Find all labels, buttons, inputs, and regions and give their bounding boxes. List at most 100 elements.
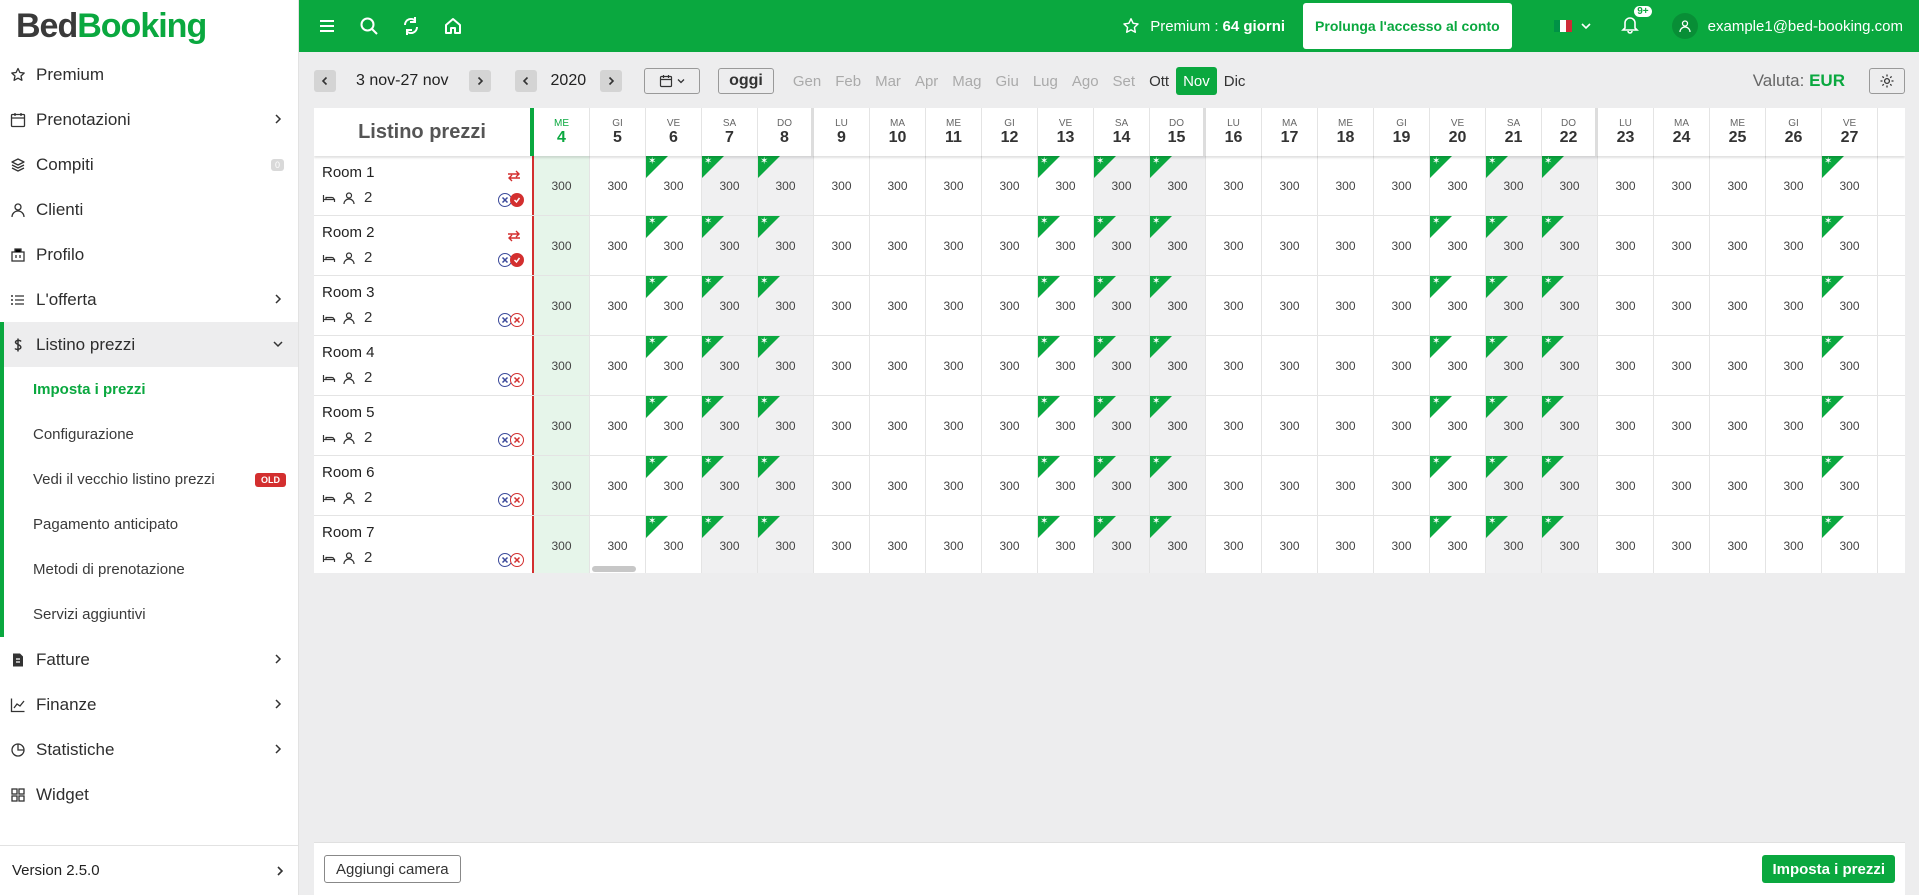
price-cell[interactable]: 300 bbox=[982, 336, 1038, 395]
month-lug[interactable]: Lug bbox=[1026, 67, 1065, 95]
price-cell[interactable]: ✶ 300 bbox=[1486, 216, 1542, 275]
price-cell[interactable]: 300 bbox=[1598, 276, 1654, 335]
price-cell[interactable]: ✶ 300 bbox=[1486, 516, 1542, 573]
close-circle-icon[interactable] bbox=[510, 313, 524, 327]
price-cell[interactable]: ✶ 300 bbox=[1542, 516, 1598, 573]
price-cell[interactable]: 300 bbox=[1654, 216, 1710, 275]
price-cell[interactable]: 300 bbox=[814, 216, 870, 275]
price-cell[interactable]: 300 bbox=[1374, 456, 1430, 515]
price-cell[interactable]: 300 bbox=[1318, 216, 1374, 275]
notifications-button[interactable]: 9+ bbox=[1620, 5, 1652, 39]
price-cell[interactable]: ✶ 300 bbox=[702, 456, 758, 515]
horizontal-scrollbar[interactable] bbox=[592, 566, 636, 572]
price-cell[interactable]: ✶ 300 bbox=[1150, 276, 1206, 335]
price-cell[interactable]: ✶ 300 bbox=[1150, 336, 1206, 395]
price-cell[interactable]: ✶ 300 bbox=[1430, 456, 1486, 515]
month-dic[interactable]: Dic bbox=[1217, 67, 1253, 95]
price-cell[interactable]: 300 bbox=[814, 276, 870, 335]
room-cell[interactable]: Room 5 2 bbox=[314, 396, 534, 455]
price-cell[interactable]: 300 bbox=[534, 396, 590, 455]
price-cell[interactable]: ✶ 300 bbox=[1542, 276, 1598, 335]
price-cell[interactable]: ✶ 300 bbox=[1430, 396, 1486, 455]
price-cell[interactable]: 300 bbox=[1374, 516, 1430, 573]
price-cell[interactable]: ✶ 300 bbox=[758, 216, 814, 275]
price-cell[interactable]: 300 bbox=[1654, 156, 1710, 215]
prev-year-button[interactable] bbox=[514, 70, 537, 92]
price-cell[interactable]: 300 bbox=[1318, 156, 1374, 215]
next-range-button[interactable] bbox=[468, 70, 491, 92]
price-cell[interactable]: ✶ 300 bbox=[1486, 456, 1542, 515]
price-cell[interactable]: ✶ 300 bbox=[646, 396, 702, 455]
price-cell[interactable]: ✶ 300 bbox=[758, 276, 814, 335]
price-cell[interactable]: ✶ 300 bbox=[1150, 156, 1206, 215]
price-cell[interactable]: ✶ 300 bbox=[646, 336, 702, 395]
sidebar-subitem[interactable]: Imposta i prezzi bbox=[4, 367, 298, 412]
price-cell[interactable]: 300 bbox=[1766, 396, 1822, 455]
price-cell[interactable]: ✶ 300 bbox=[1038, 156, 1094, 215]
price-cell[interactable]: ✶ 300 bbox=[646, 456, 702, 515]
day-header[interactable]: LU 9 bbox=[814, 108, 870, 156]
price-cell[interactable]: 300 bbox=[1598, 156, 1654, 215]
price-cell[interactable]: 300 bbox=[1766, 456, 1822, 515]
price-cell[interactable]: 300 bbox=[534, 456, 590, 515]
sidebar-item-finanze[interactable]: Finanze bbox=[0, 682, 298, 727]
price-cell[interactable]: ✶ 300 bbox=[702, 216, 758, 275]
day-header[interactable]: ME 18 bbox=[1318, 108, 1374, 156]
price-cell[interactable]: 300 bbox=[1710, 336, 1766, 395]
day-header[interactable]: ME 25 bbox=[1710, 108, 1766, 156]
price-cell[interactable]: 300 bbox=[590, 336, 646, 395]
add-room-button[interactable]: Aggiungi camera bbox=[324, 855, 461, 883]
language-selector[interactable] bbox=[1553, 20, 1592, 32]
price-cell[interactable]: 300 bbox=[1262, 216, 1318, 275]
price-cell[interactable]: ✶ 300 bbox=[758, 516, 814, 573]
room-cell[interactable]: Room 4 2 bbox=[314, 336, 534, 395]
price-cell[interactable]: 300 bbox=[1374, 276, 1430, 335]
sidebar-subitem[interactable]: Vedi il vecchio listino prezzi OLD bbox=[4, 457, 298, 502]
price-cell[interactable]: ✶ 300 bbox=[646, 216, 702, 275]
day-header[interactable]: GI 12 bbox=[982, 108, 1038, 156]
price-cell[interactable]: 300 bbox=[1598, 396, 1654, 455]
price-cell[interactable]: ✶ 300 bbox=[646, 516, 702, 573]
price-cell[interactable]: 300 bbox=[1206, 456, 1262, 515]
price-cell[interactable]: 300 bbox=[814, 456, 870, 515]
price-cell[interactable]: 300 bbox=[926, 396, 982, 455]
sidebar-subitem[interactable]: Metodi di prenotazione bbox=[4, 547, 298, 592]
month-gen[interactable]: Gen bbox=[786, 67, 828, 95]
price-cell[interactable]: ✶ 300 bbox=[1150, 216, 1206, 275]
price-cell[interactable]: ✶ 300 bbox=[1430, 336, 1486, 395]
price-cell[interactable]: 300 bbox=[982, 276, 1038, 335]
price-cell[interactable]: 300 bbox=[1598, 336, 1654, 395]
set-prices-button[interactable]: Imposta i prezzi bbox=[1762, 855, 1895, 883]
price-cell[interactable]: 300 bbox=[1766, 156, 1822, 215]
price-cell[interactable]: 300 bbox=[870, 276, 926, 335]
close-circle-icon[interactable] bbox=[510, 553, 524, 567]
price-cell[interactable]: 300 bbox=[1710, 216, 1766, 275]
day-header[interactable]: SA 14 bbox=[1094, 108, 1150, 156]
price-cell[interactable]: ✶ 300 bbox=[1150, 456, 1206, 515]
price-cell[interactable]: 300 bbox=[1262, 456, 1318, 515]
price-cell[interactable]: 300 bbox=[926, 456, 982, 515]
premium-status[interactable]: Premium : 64 giorni bbox=[1122, 17, 1285, 35]
price-cell[interactable]: 300 bbox=[1766, 336, 1822, 395]
room-cell[interactable]: Room 2 2 bbox=[314, 216, 534, 275]
price-cell[interactable]: ✶ 300 bbox=[758, 396, 814, 455]
price-cell[interactable]: 300 bbox=[1262, 156, 1318, 215]
price-cell[interactable]: 300 bbox=[1318, 276, 1374, 335]
price-cell[interactable]: ✶ 300 bbox=[1430, 276, 1486, 335]
check-circle-icon[interactable] bbox=[510, 253, 524, 267]
price-cell[interactable]: 300 bbox=[534, 276, 590, 335]
price-cell[interactable]: 300 bbox=[1206, 396, 1262, 455]
price-cell[interactable]: 300 bbox=[1710, 516, 1766, 573]
price-cell[interactable]: ✶ 300 bbox=[646, 156, 702, 215]
price-cell[interactable]: 300 bbox=[1710, 276, 1766, 335]
price-cell[interactable]: ✶ 300 bbox=[1094, 216, 1150, 275]
price-cell[interactable]: 300 bbox=[534, 216, 590, 275]
price-cell[interactable]: ✶ 300 bbox=[1150, 516, 1206, 573]
price-cell[interactable]: 300 bbox=[1318, 396, 1374, 455]
price-cell[interactable]: 300 bbox=[534, 156, 590, 215]
version-bar[interactable]: Version 2.5.0 bbox=[0, 845, 298, 895]
price-cell[interactable]: ✶ 300 bbox=[1542, 396, 1598, 455]
price-cell[interactable]: ✶ 300 bbox=[1822, 156, 1878, 215]
sidebar-item-offerta[interactable]: L'offerta bbox=[0, 277, 298, 322]
price-cell[interactable]: ✶ 300 bbox=[702, 336, 758, 395]
